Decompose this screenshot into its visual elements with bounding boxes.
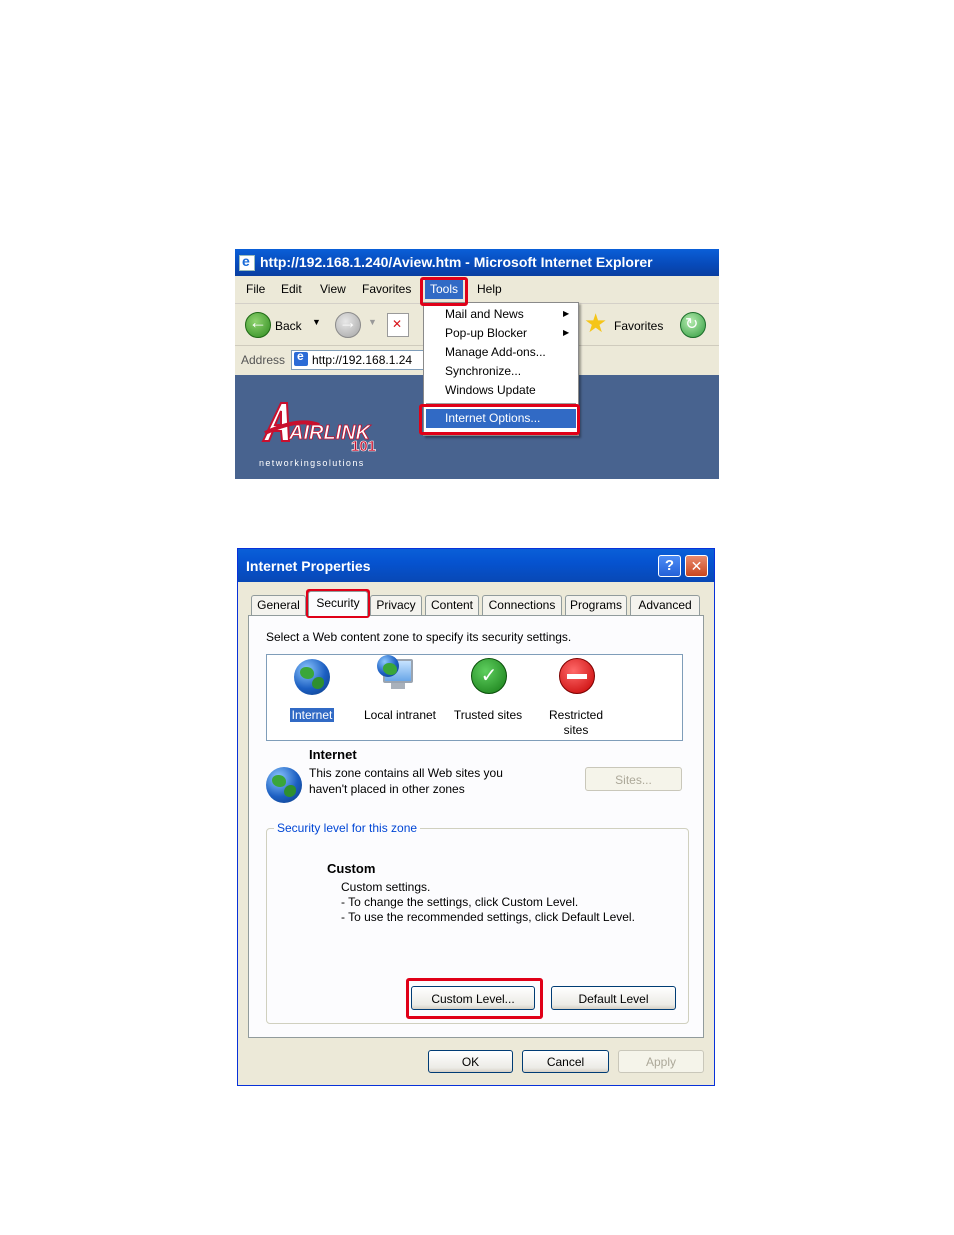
ie-title-bar: http://192.168.1.240/Aview.htm - Microso… (235, 249, 719, 276)
security-level-text: - To change the settings, click Custom L… (341, 895, 579, 909)
menu-item-popup-blocker[interactable]: Pop-up Blocker (445, 326, 527, 340)
globe-icon (294, 659, 330, 695)
page-icon (294, 351, 308, 366)
globe-icon (266, 767, 302, 803)
menu-item-manage-addons[interactable]: Manage Add-ons... (445, 345, 546, 359)
stop-icon[interactable] (387, 313, 409, 337)
apply-button[interactable]: Apply (618, 1050, 704, 1073)
security-level-text: Custom settings. (341, 880, 431, 894)
security-level-heading: Custom (327, 861, 376, 876)
zone-list: Internet Local intranet ✓ Trusted sites … (266, 654, 683, 741)
tab-programs[interactable]: Programs (565, 595, 627, 615)
favorites-star-icon[interactable]: ★ (584, 310, 607, 336)
dialog-title: Internet Properties (246, 558, 371, 574)
zone-label: Trusted sites (453, 708, 523, 722)
logo-tagline: networkingsolutions (259, 458, 365, 468)
favorites-button-label[interactable]: Favorites (614, 319, 663, 333)
custom-level-button[interactable]: Custom Level... (411, 986, 535, 1010)
ie-icon (239, 249, 255, 275)
zone-trusted-sites[interactable]: ✓ Trusted sites (445, 655, 531, 740)
default-level-button[interactable]: Default Level (551, 986, 676, 1010)
menu-item-synchronize[interactable]: Synchronize... (445, 364, 521, 378)
tab-content[interactable]: Content (425, 595, 479, 615)
monitor-stand-icon (391, 683, 405, 689)
selected-zone-heading: Internet (309, 747, 357, 762)
cancel-button[interactable]: Cancel (522, 1050, 609, 1073)
ok-button[interactable]: OK (428, 1050, 513, 1073)
history-icon[interactable] (680, 312, 706, 338)
back-dropdown-icon[interactable]: ▼ (312, 317, 321, 327)
airlink-logo: AIRLINK 101 (261, 402, 376, 453)
globe-icon (377, 655, 399, 677)
menu-item-mail-and-news[interactable]: Mail and News (445, 307, 524, 321)
sites-button[interactable]: Sites... (585, 767, 682, 791)
menu-separator (426, 403, 576, 404)
zone-label: Internet (289, 708, 335, 722)
tab-privacy[interactable]: Privacy (370, 595, 422, 615)
security-level-legend: Security level for this zone (274, 821, 421, 835)
tab-security[interactable]: Security (308, 591, 368, 616)
menu-edit[interactable]: Edit (281, 282, 302, 296)
menu-item-internet-options[interactable]: Internet Options... (426, 409, 576, 428)
checkmark-icon: ✓ (471, 658, 507, 694)
zone-label: Local intranet (363, 708, 437, 722)
menu-file[interactable]: File (246, 282, 265, 296)
zone-description: This zone contains all Web sites you (309, 766, 503, 780)
zone-label: Restricted sites (548, 708, 604, 737)
address-label: Address (241, 353, 286, 367)
close-icon[interactable]: ✕ (685, 555, 708, 577)
menu-view[interactable]: View (320, 282, 346, 296)
menu-item-windows-update[interactable]: Windows Update (445, 383, 536, 397)
tab-connections[interactable]: Connections (482, 595, 562, 615)
zone-prompt-text: Select a Web content zone to specify its… (266, 630, 572, 644)
forward-dropdown-icon[interactable]: ▼ (368, 317, 377, 327)
back-button-label[interactable]: Back (275, 319, 302, 333)
zone-internet[interactable]: Internet (269, 655, 355, 740)
internet-properties-dialog: Internet Properties ? ✕ General Security… (237, 548, 715, 1086)
tab-advanced[interactable]: Advanced (630, 595, 700, 615)
ie-title-text: http://192.168.1.240/Aview.htm - Microso… (260, 254, 653, 270)
tools-dropdown-menu: Mail and News ▶ Pop-up Blocker ▶ Manage … (423, 302, 579, 436)
security-level-text: - To use the recommended settings, click… (341, 910, 635, 924)
tab-general[interactable]: General (251, 595, 306, 615)
forward-arrow-icon[interactable] (335, 312, 361, 338)
submenu-arrow-icon: ▶ (563, 309, 570, 318)
submenu-arrow-icon: ▶ (563, 328, 570, 337)
zone-restricted-sites[interactable]: Restricted sites (533, 655, 619, 740)
no-entry-icon (559, 658, 595, 694)
back-arrow-icon[interactable] (245, 312, 271, 338)
ie-window: http://192.168.1.240/Aview.htm - Microso… (235, 249, 719, 479)
menu-tools[interactable]: Tools (425, 279, 463, 299)
help-icon[interactable]: ? (658, 555, 681, 577)
menu-favorites[interactable]: Favorites (362, 282, 411, 296)
zone-local-intranet[interactable]: Local intranet (357, 655, 443, 740)
zone-description: haven't placed in other zones (309, 782, 465, 796)
address-value: http://192.168.1.24 (312, 353, 413, 367)
menu-help[interactable]: Help (477, 282, 502, 296)
menu-item-internet-options-label: Internet Options... (445, 411, 541, 425)
menu-bar: File Edit View Favorites Tools Help (235, 276, 719, 304)
address-input[interactable]: http://192.168.1.24 (291, 350, 433, 370)
logo-number: 101 (351, 438, 376, 453)
